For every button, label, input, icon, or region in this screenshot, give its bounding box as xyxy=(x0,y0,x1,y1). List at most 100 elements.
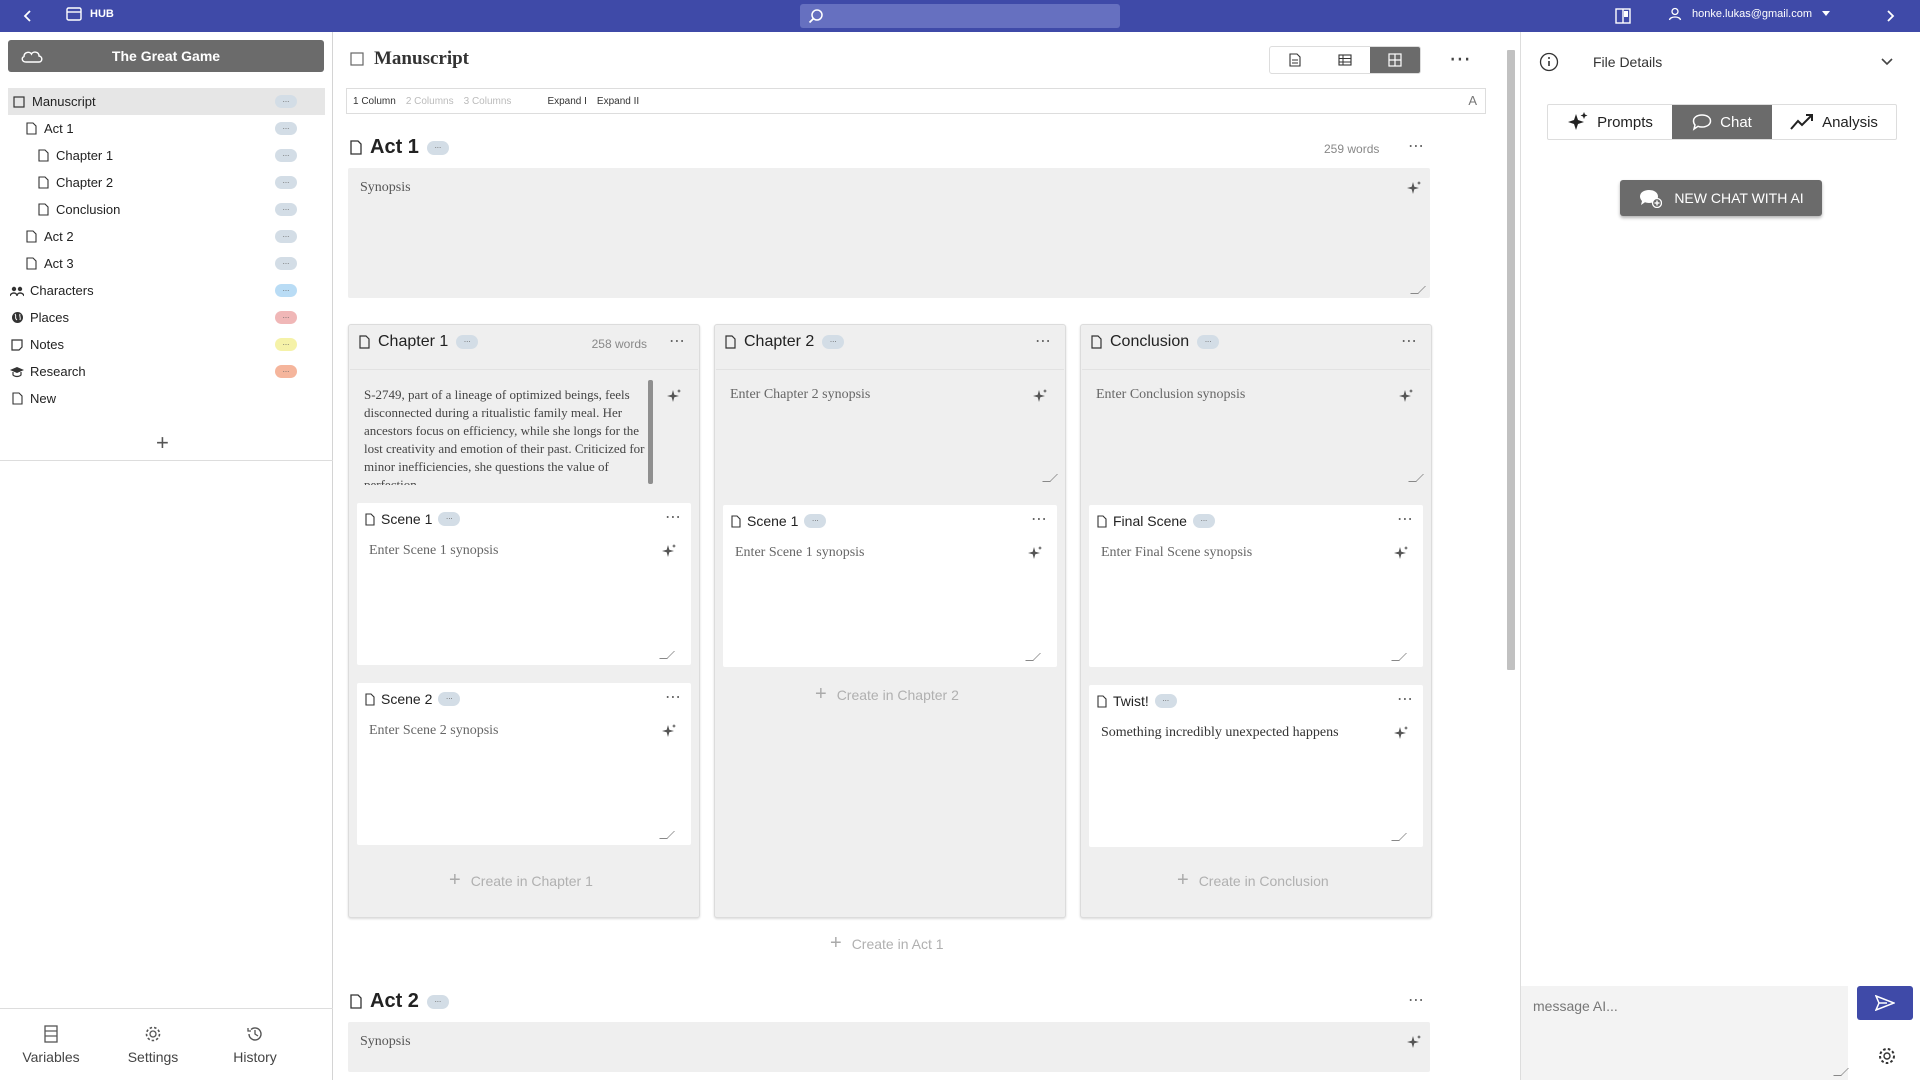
chapter-2-pill[interactable]: ... xyxy=(822,335,845,349)
tree-item-manuscript[interactable]: Manuscript ... xyxy=(8,88,325,115)
sparkle-icon[interactable] xyxy=(1406,1034,1422,1050)
scene-more-icon[interactable]: ⋯ xyxy=(665,687,681,707)
hub-link[interactable]: HUB xyxy=(66,7,114,21)
resize-handle-icon[interactable] xyxy=(659,651,675,659)
user-menu[interactable]: honke.lukas@gmail.com xyxy=(1668,7,1830,21)
chapter-1-more-icon[interactable]: ⋯ xyxy=(669,331,685,351)
conclusion-more-icon[interactable]: ⋯ xyxy=(1401,331,1417,351)
chapter-2-title[interactable]: Chapter 2 xyxy=(744,333,814,351)
sparkle-icon[interactable] xyxy=(661,543,677,559)
resize-handle-icon[interactable] xyxy=(1042,474,1058,482)
tab-prompts[interactable]: Prompts xyxy=(1548,105,1672,139)
scene-title[interactable]: Scene 1 xyxy=(381,511,432,527)
sparkle-icon[interactable] xyxy=(1393,545,1409,561)
create-in-conclusion-button[interactable]: + Create in Conclusion xyxy=(1177,869,1329,892)
scene-pill[interactable]: ... xyxy=(438,512,461,526)
sparkle-icon[interactable] xyxy=(1393,725,1409,741)
add-item-plus-icon[interactable]: + xyxy=(156,430,169,456)
act-1-synopsis-field[interactable]: Synopsis xyxy=(348,168,1430,298)
more-options-icon[interactable]: ⋯ xyxy=(1449,46,1472,72)
font-size-icon[interactable]: A xyxy=(1468,93,1477,108)
tree-item-pill[interactable]: ... xyxy=(275,338,297,351)
two-columns-option[interactable]: 2 Columns xyxy=(406,96,454,107)
search-input[interactable] xyxy=(800,4,1120,28)
chapter-2-more-icon[interactable]: ⋯ xyxy=(1035,331,1051,351)
one-column-option[interactable]: 1 Column xyxy=(353,96,396,107)
resize-handle-icon[interactable] xyxy=(1025,653,1041,661)
scene-pill[interactable]: ... xyxy=(438,692,461,706)
bottom-nav-variables[interactable]: Variables xyxy=(0,1009,102,1080)
tree-item-places[interactable]: Places ... xyxy=(0,304,333,331)
act-1-pill[interactable]: ... xyxy=(426,140,449,155)
tree-item-conclusion[interactable]: Conclusion ... xyxy=(0,196,333,223)
view-document-button[interactable] xyxy=(1270,47,1320,73)
tree-item-characters[interactable]: Characters ... xyxy=(0,277,333,304)
tree-item-research[interactable]: Research ... xyxy=(0,358,333,385)
expand-1-option[interactable]: Expand I xyxy=(547,96,586,107)
three-columns-option[interactable]: 3 Columns xyxy=(464,96,512,107)
tree-item-pill[interactable]: ... xyxy=(275,176,297,189)
scene-synopsis-placeholder[interactable]: Enter Final Scene synopsis xyxy=(1101,545,1252,561)
sparkle-icon[interactable] xyxy=(1027,545,1043,561)
tree-item-pill[interactable]: ... xyxy=(275,257,297,270)
tree-item-pill[interactable]: ... xyxy=(275,284,297,297)
conclusion-pill[interactable]: ... xyxy=(1197,335,1220,349)
chat-settings-gear-icon[interactable] xyxy=(1877,1046,1897,1071)
conclusion-synopsis-field[interactable]: Enter Conclusion synopsis xyxy=(1082,369,1430,485)
resize-handle-icon[interactable] xyxy=(1833,1068,1849,1076)
act-2-pill[interactable]: ... xyxy=(426,994,449,1009)
tab-chat[interactable]: Chat xyxy=(1672,105,1772,139)
scene-title[interactable]: Final Scene xyxy=(1113,513,1187,529)
scene-pill[interactable]: ... xyxy=(804,514,827,528)
tab-analysis[interactable]: Analysis xyxy=(1772,105,1896,139)
sparkle-icon[interactable] xyxy=(666,388,682,404)
resize-handle-icon[interactable] xyxy=(1410,286,1426,294)
main-scrollbar[interactable] xyxy=(1505,50,1517,1070)
act-1-more-icon[interactable]: ⋯ xyxy=(1408,136,1425,156)
scene-more-icon[interactable]: ⋯ xyxy=(665,507,681,527)
bottom-nav-settings[interactable]: Settings xyxy=(102,1009,204,1080)
project-title-button[interactable]: The Great Game xyxy=(8,40,324,72)
scene-title[interactable]: Scene 1 xyxy=(747,513,798,529)
scene-synopsis-placeholder[interactable]: Enter Scene 1 synopsis xyxy=(369,543,498,559)
sparkle-icon[interactable] xyxy=(1032,388,1048,404)
scene-more-icon[interactable]: ⋯ xyxy=(1397,509,1413,529)
tree-item-pill[interactable]: ... xyxy=(275,95,297,108)
chapter-1-pill[interactable]: ... xyxy=(456,335,479,349)
chapter-1-synopsis-field[interactable]: S-2749, part of a lineage of optimized b… xyxy=(350,369,698,485)
tree-item-new[interactable]: New xyxy=(0,385,333,412)
tree-item-pill[interactable]: ... xyxy=(275,230,297,243)
tree-item-pill[interactable]: ... xyxy=(275,149,297,162)
resize-handle-icon[interactable] xyxy=(1408,474,1424,482)
act-1-title[interactable]: Act 1 xyxy=(370,136,419,159)
synopsis-scrollbar[interactable] xyxy=(648,380,653,484)
scene-more-icon[interactable]: ⋯ xyxy=(1397,689,1413,709)
tree-item-pill[interactable]: ... xyxy=(275,122,297,135)
tree-item-act-1[interactable]: Act 1 ... xyxy=(0,115,333,142)
scene-synopsis-text[interactable]: Something incredibly unexpected happens xyxy=(1101,725,1339,741)
act-2-more-icon[interactable]: ⋯ xyxy=(1408,990,1425,1010)
act-2-title[interactable]: Act 2 xyxy=(370,990,419,1013)
book-icon[interactable] xyxy=(1614,7,1632,30)
message-ai-input[interactable]: message AI... xyxy=(1521,986,1849,1080)
scene-title[interactable]: Twist! xyxy=(1113,693,1149,709)
tree-item-pill[interactable]: ... xyxy=(275,311,297,324)
resize-handle-icon[interactable] xyxy=(1391,653,1407,661)
resize-handle-icon[interactable] xyxy=(659,831,675,839)
tree-item-notes[interactable]: Notes ... xyxy=(0,331,333,358)
act-2-synopsis-field[interactable]: Synopsis xyxy=(348,1022,1430,1072)
file-details-header[interactable]: File Details xyxy=(1539,52,1662,72)
tree-item-pill[interactable]: ... xyxy=(275,203,297,216)
send-button[interactable] xyxy=(1857,986,1913,1020)
view-grid-button[interactable] xyxy=(1370,47,1420,73)
create-in-act-1-button[interactable]: + Create in Act 1 xyxy=(830,932,944,955)
chevron-down-icon[interactable] xyxy=(1880,54,1894,72)
view-table-button[interactable] xyxy=(1320,47,1370,73)
forward-arrow-icon[interactable] xyxy=(1884,6,1896,31)
create-in-chapter-1-button[interactable]: + Create in Chapter 1 xyxy=(449,869,593,892)
tree-item-act-2[interactable]: Act 2 ... xyxy=(0,223,333,250)
scrollbar-thumb[interactable] xyxy=(1507,50,1515,670)
conclusion-title[interactable]: Conclusion xyxy=(1110,333,1189,351)
resize-handle-icon[interactable] xyxy=(1391,833,1407,841)
sparkle-icon[interactable] xyxy=(1406,180,1422,196)
